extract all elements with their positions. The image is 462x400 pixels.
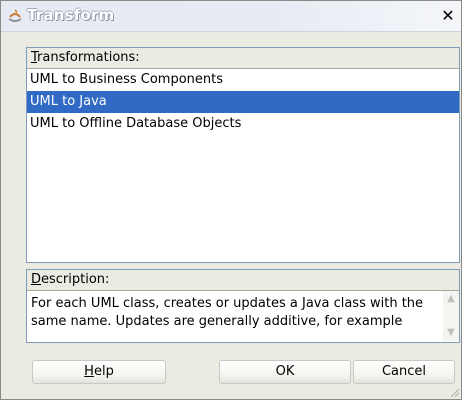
list-item[interactable]: UML to Offline Database Objects bbox=[27, 113, 459, 135]
transformations-header: Transformations: bbox=[27, 48, 459, 69]
transformations-panel: Transformations: UML to Business Compone… bbox=[26, 47, 460, 263]
description-scrollbar[interactable]: ▲ ▼ bbox=[443, 291, 459, 341]
close-icon[interactable]: ✕ bbox=[439, 7, 457, 25]
ok-button[interactable]: OK bbox=[219, 360, 351, 384]
scroll-down-icon[interactable]: ▼ bbox=[445, 328, 457, 338]
description-panel: Description: For each UML class, creates… bbox=[26, 269, 460, 343]
transformations-header-label: ransformations: bbox=[37, 50, 140, 65]
transformations-list[interactable]: UML to Business Components UML to Java U… bbox=[27, 69, 459, 135]
title-bar[interactable]: Transform ✕ bbox=[1, 1, 461, 32]
description-header: Description: bbox=[27, 270, 459, 291]
description-text: For each UML class, creates or updates a… bbox=[31, 296, 424, 329]
list-item[interactable]: UML to Java bbox=[27, 91, 459, 113]
window-title: Transform bbox=[27, 6, 115, 24]
help-label: elp bbox=[93, 364, 114, 379]
description-header-label: escription: bbox=[41, 272, 110, 287]
cancel-button[interactable]: Cancel bbox=[353, 360, 455, 384]
transform-dialog: Transform ✕ Transformations: UML to Busi… bbox=[0, 0, 462, 400]
help-button[interactable]: Help bbox=[32, 360, 166, 384]
resize-grip-icon[interactable] bbox=[450, 388, 460, 398]
list-item[interactable]: UML to Business Components bbox=[27, 69, 459, 91]
description-accesskey: D bbox=[31, 272, 42, 287]
scroll-up-icon[interactable]: ▲ bbox=[445, 294, 457, 304]
help-accesskey: H bbox=[84, 364, 94, 379]
transform-icon bbox=[9, 9, 21, 22]
